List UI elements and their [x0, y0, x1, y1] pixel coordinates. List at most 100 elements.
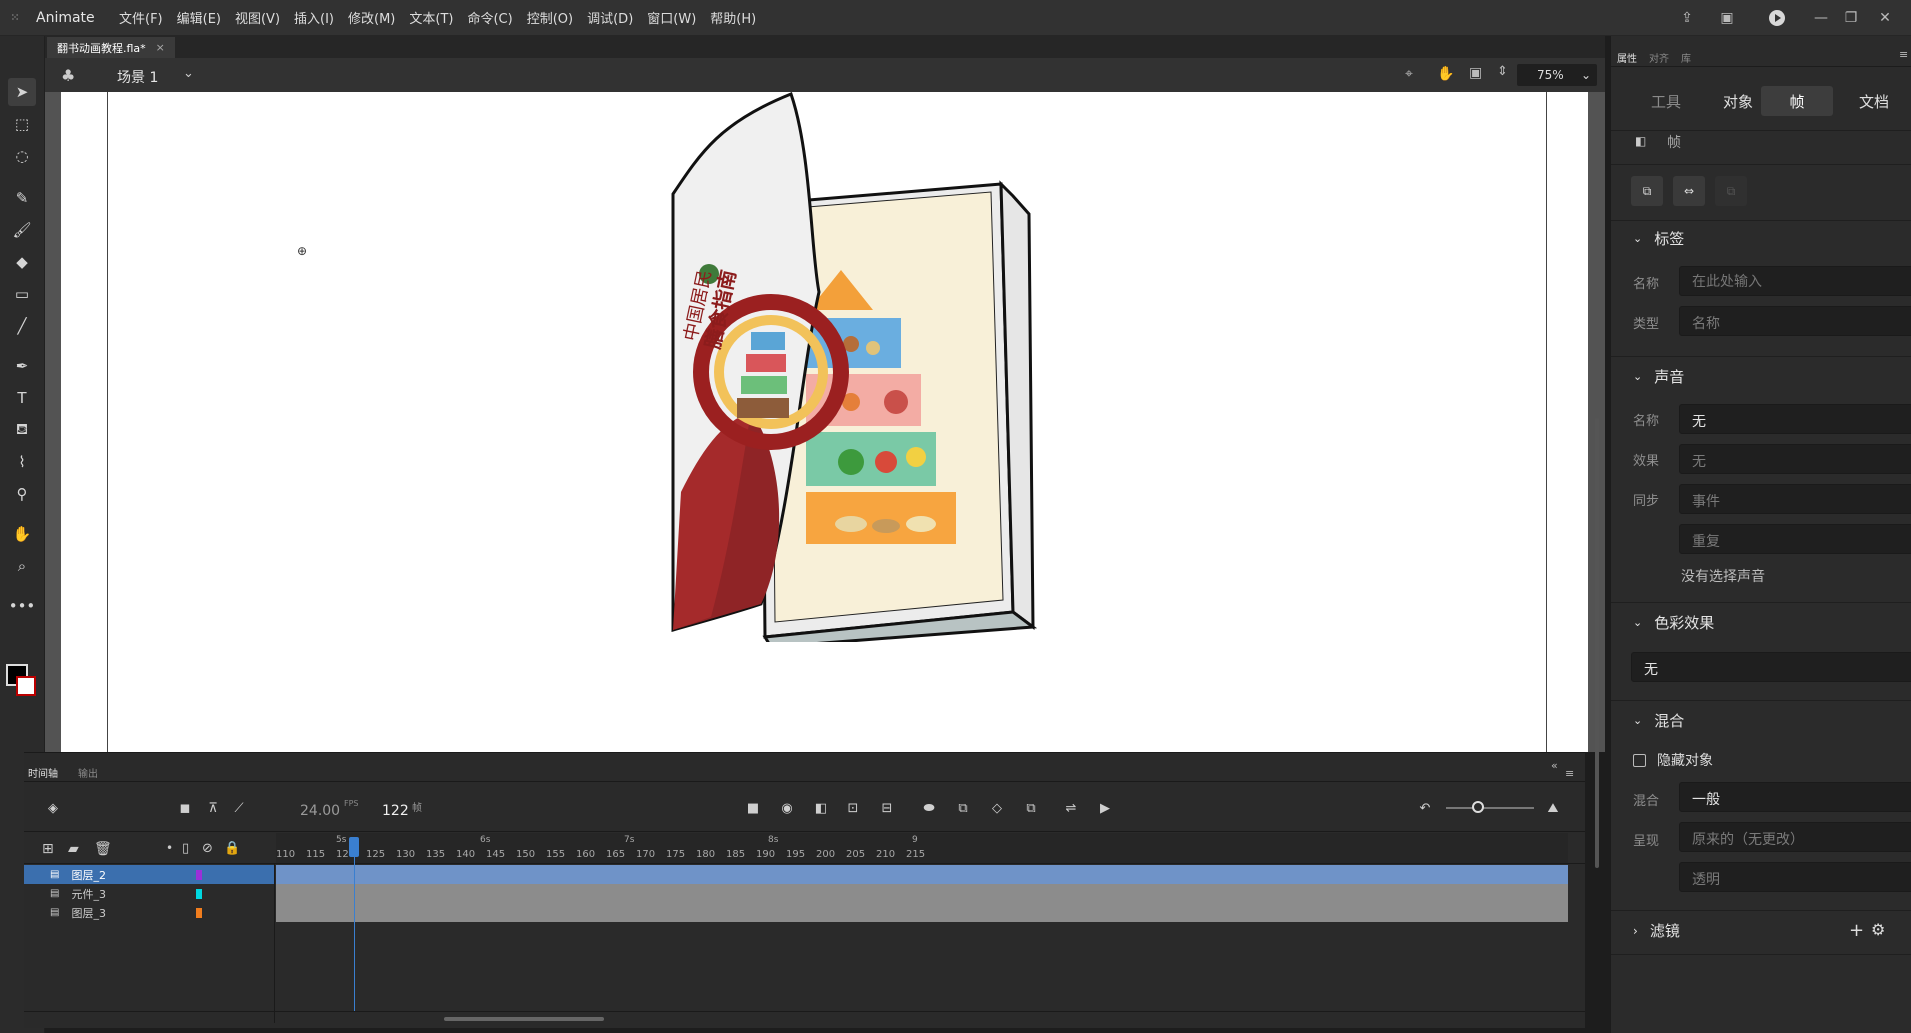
- pin-icon[interactable]: ⚲: [8, 480, 36, 508]
- layer-row[interactable]: ▤ 元件_3: [24, 884, 274, 903]
- layer-parent-icon[interactable]: ⊼: [202, 797, 224, 819]
- record-icon[interactable]: ◉: [776, 797, 798, 819]
- scene-dropdown-icon[interactable]: ⌄: [183, 66, 194, 81]
- menu-view[interactable]: 视图(V): [235, 8, 280, 27]
- document-tab-close[interactable]: ×: [156, 41, 165, 54]
- gear-icon[interactable]: ⚙: [1871, 920, 1885, 939]
- frame-ruler[interactable]: 110 115 120 125 130 135 140 145 150 155 160 165 170 1…: [276, 833, 1568, 863]
- section-label[interactable]: ⌄ 标签: [1633, 228, 1684, 249]
- panel-tab-properties[interactable]: 属性: [1617, 50, 1637, 65]
- brush-icon[interactable]: ✎: [8, 184, 36, 212]
- frame-span[interactable]: [276, 903, 1568, 922]
- stage-scrollbar[interactable]: [1595, 418, 1599, 868]
- section-filters[interactable]: › 滤镜: [1633, 920, 1680, 941]
- tab-frame[interactable]: 帧: [1761, 86, 1833, 116]
- pen-icon[interactable]: ✒: [8, 352, 36, 380]
- playhead[interactable]: [349, 837, 359, 857]
- hand-icon[interactable]: ✋: [8, 520, 36, 548]
- workspace-icon[interactable]: ▣: [1716, 8, 1738, 28]
- layer-row[interactable]: ▤ 图层_2: [24, 865, 274, 884]
- add-filter-icon[interactable]: +: [1849, 920, 1864, 941]
- menu-text[interactable]: 文本(T): [409, 8, 453, 27]
- tab-timeline[interactable]: 时间轴: [28, 765, 58, 780]
- app-grip-icon[interactable]: ⁙: [0, 0, 30, 36]
- insert-frame-icon[interactable]: ⊡: [842, 797, 864, 819]
- publish-icon[interactable]: ⇪: [1676, 8, 1698, 28]
- clip-stage-icon[interactable]: ▣: [1469, 65, 1482, 81]
- fps-value[interactable]: 24.00: [300, 803, 340, 819]
- layer-name[interactable]: 元件_3: [71, 886, 106, 902]
- edit-multiple-icon[interactable]: ⧉: [952, 797, 974, 819]
- color-effect-select[interactable]: 无: [1631, 652, 1911, 682]
- blend-select[interactable]: 一般: [1679, 782, 1911, 812]
- scene-icon[interactable]: ♣: [61, 66, 75, 85]
- selection-tool-icon[interactable]: ➤: [8, 78, 36, 106]
- fill-color-swatch[interactable]: [16, 676, 36, 696]
- sound-sync-select[interactable]: 事件: [1679, 484, 1911, 514]
- lock-icon[interactable]: 🔒: [224, 841, 240, 856]
- zoom-select[interactable]: 75% ⌄: [1517, 64, 1597, 86]
- swap-keyframe-icon[interactable]: ⇔: [1673, 176, 1705, 206]
- layer-name[interactable]: 图层_3: [71, 905, 106, 921]
- camera-icon[interactable]: ◼: [174, 797, 196, 819]
- panel-tab-library[interactable]: 库: [1681, 50, 1691, 65]
- more-tools-icon[interactable]: •••: [8, 592, 36, 620]
- collapse-icon[interactable]: «: [1551, 759, 1558, 772]
- zoom-slider[interactable]: [1446, 807, 1534, 809]
- onion-skin-icon[interactable]: ⬬: [918, 797, 940, 819]
- menu-debug[interactable]: 调试(D): [587, 8, 633, 27]
- frame-icon[interactable]: ◧: [810, 797, 832, 819]
- delete-layer-icon[interactable]: 🗑: [94, 841, 112, 857]
- menu-edit[interactable]: 编辑(E): [177, 8, 221, 27]
- convert-keyframe-icon[interactable]: ⧉: [1631, 176, 1663, 206]
- text-tool-icon[interactable]: T: [8, 384, 36, 412]
- undo-icon[interactable]: ↶: [1414, 797, 1436, 819]
- first-frame-icon[interactable]: ■: [742, 797, 764, 819]
- tab-document[interactable]: 文档: [1843, 86, 1905, 116]
- lasso-icon[interactable]: ◌: [8, 142, 36, 170]
- transparent-select[interactable]: 透明: [1679, 862, 1911, 892]
- layer-color-swatch[interactable]: [196, 889, 202, 899]
- tab-output[interactable]: 输出: [78, 765, 98, 780]
- menu-control[interactable]: 控制(O): [527, 8, 573, 27]
- tab-tool[interactable]: 工具: [1631, 86, 1701, 116]
- section-color-effect[interactable]: ⌄ 色彩效果: [1633, 612, 1714, 633]
- paint-brush-icon[interactable]: 🖌: [8, 216, 36, 244]
- menu-file[interactable]: 文件(F): [119, 8, 163, 27]
- timeline-scrollbar[interactable]: [444, 1017, 604, 1021]
- rotate-stage-icon[interactable]: ✋: [1437, 66, 1454, 82]
- paint-bucket-icon[interactable]: ⛾: [8, 416, 36, 444]
- zoom-stepper-icon[interactable]: ⇕: [1497, 64, 1508, 79]
- delete-frame-icon[interactable]: ⊟: [876, 797, 898, 819]
- next-keyframe-icon[interactable]: ⧉: [1020, 797, 1042, 819]
- free-transform-icon[interactable]: ⬚: [8, 110, 36, 138]
- layers-icon[interactable]: ◈: [42, 797, 64, 819]
- loop-icon[interactable]: ⇌: [1060, 797, 1082, 819]
- menu-insert[interactable]: 插入(I): [294, 8, 334, 27]
- previous-keyframe-icon[interactable]: ◇: [986, 797, 1008, 819]
- line-icon[interactable]: ╱: [8, 312, 36, 340]
- sound-name-select[interactable]: 无: [1679, 404, 1911, 434]
- layer-color-swatch[interactable]: [196, 908, 202, 918]
- eyedropper-icon[interactable]: ⌇: [8, 448, 36, 476]
- layer-color-swatch[interactable]: [196, 870, 202, 880]
- eraser-icon[interactable]: ◆: [8, 248, 36, 276]
- rectangle-icon[interactable]: ▭: [8, 280, 36, 308]
- render-select[interactable]: 原来的（无更改）: [1679, 822, 1911, 852]
- panel-menu-icon[interactable]: ≡: [1565, 767, 1574, 780]
- zoom-slider-handle[interactable]: [1472, 801, 1484, 813]
- sound-effect-select[interactable]: 无: [1679, 444, 1911, 474]
- layer-name[interactable]: 图层_2: [71, 867, 106, 883]
- panel-menu-icon[interactable]: ≡: [1899, 48, 1908, 61]
- new-layer-icon[interactable]: ⊞: [42, 841, 54, 857]
- fit-frames-icon[interactable]: ⛰: [1542, 797, 1564, 819]
- sound-repeat-select[interactable]: 重复: [1679, 524, 1911, 554]
- center-stage-icon[interactable]: ⌖: [1405, 66, 1413, 82]
- frame-span[interactable]: [276, 884, 1568, 903]
- minimize-icon[interactable]: —: [1810, 8, 1832, 28]
- highlight-icon[interactable]: •: [166, 841, 173, 855]
- clear-keyframe-icon[interactable]: ⧉: [1715, 176, 1747, 206]
- current-frame[interactable]: 122: [382, 803, 409, 819]
- document-tab[interactable]: 翻书动画教程.fla* ×: [47, 37, 175, 58]
- visibility-icon[interactable]: ⊘: [202, 841, 213, 856]
